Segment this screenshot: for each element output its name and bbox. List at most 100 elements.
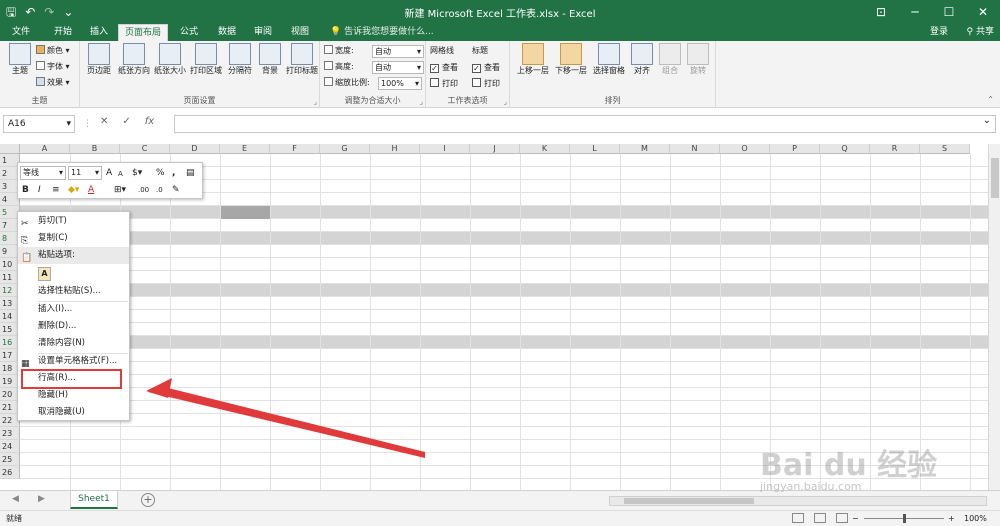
accounting-format-icon[interactable]: $▾ bbox=[132, 166, 142, 180]
row-7[interactable] bbox=[20, 219, 988, 232]
share-button[interactable]: ⚲ 共享 bbox=[967, 24, 994, 41]
cancel-icon[interactable]: ✕ bbox=[100, 116, 108, 127]
row-12[interactable] bbox=[20, 284, 988, 297]
row-22[interactable] bbox=[20, 414, 988, 427]
send-backward-button[interactable]: 下移一层 bbox=[552, 43, 590, 76]
vertical-scrollbar[interactable] bbox=[988, 144, 1000, 490]
colors-button[interactable]: 颜色 ▾ bbox=[36, 44, 70, 58]
headings-print-checkbox[interactable]: 打印 bbox=[472, 77, 500, 91]
increase-decimal-icon[interactable]: .00 bbox=[138, 183, 149, 197]
row-19[interactable] bbox=[20, 375, 988, 388]
column-header-g[interactable]: G bbox=[320, 144, 370, 154]
tab-insert[interactable]: 插入 bbox=[84, 24, 114, 41]
menu-clear-contents[interactable]: 清除内容(N) bbox=[18, 335, 129, 352]
group-button[interactable]: 组合 bbox=[656, 43, 684, 76]
font-color-icon[interactable]: A bbox=[88, 183, 94, 197]
row-14[interactable] bbox=[20, 310, 988, 323]
column-header-q[interactable]: Q bbox=[820, 144, 870, 154]
menu-unhide[interactable]: 取消隐藏(U) bbox=[18, 404, 129, 421]
zoom-knob[interactable] bbox=[903, 514, 906, 523]
collapse-ribbon-icon[interactable]: ⌃ bbox=[987, 95, 994, 104]
next-sheet-icon[interactable]: ▶ bbox=[38, 494, 45, 504]
ribbon-display-icon[interactable]: ⊡ bbox=[864, 0, 898, 24]
tab-formulas[interactable]: 公式 bbox=[174, 24, 204, 41]
zoom-in-icon[interactable]: + bbox=[948, 511, 955, 526]
column-header-c[interactable]: C bbox=[120, 144, 170, 154]
grow-font-icon[interactable]: A bbox=[106, 166, 112, 180]
column-header-d[interactable]: D bbox=[170, 144, 220, 154]
row-23[interactable] bbox=[20, 427, 988, 440]
fill-color-icon[interactable]: ◆▾ bbox=[68, 183, 79, 197]
fonts-button[interactable]: 字体 ▾ bbox=[36, 60, 70, 74]
horizontal-scroll-thumb[interactable] bbox=[624, 498, 754, 504]
percent-style-icon[interactable]: % bbox=[156, 166, 165, 180]
print-area-button[interactable]: 打印区域 bbox=[188, 43, 224, 76]
scale-launcher-icon[interactable]: ⌟ bbox=[420, 98, 423, 106]
tab-review[interactable]: 审阅 bbox=[248, 24, 278, 41]
width-combo[interactable]: 自动 bbox=[372, 45, 424, 58]
selection-pane-button[interactable]: 选择窗格 bbox=[590, 43, 628, 76]
row-10[interactable] bbox=[20, 258, 988, 271]
column-header-k[interactable]: K bbox=[520, 144, 570, 154]
tab-view[interactable]: 视图 bbox=[285, 24, 315, 41]
effects-button[interactable]: 效果 ▾ bbox=[36, 76, 70, 90]
menu-format-cells[interactable]: ▦ 设置单元格格式(F)... bbox=[18, 353, 129, 370]
height-combo[interactable]: 自动 bbox=[372, 61, 424, 74]
bring-forward-button[interactable]: 上移一层 bbox=[514, 43, 552, 76]
tab-home[interactable]: 开始 bbox=[48, 24, 78, 41]
row-header-26[interactable]: 26 bbox=[0, 466, 20, 479]
sheet-options-launcher-icon[interactable]: ⌟ bbox=[504, 98, 507, 106]
tab-data[interactable]: 数据 bbox=[212, 24, 242, 41]
margins-button[interactable]: 页边距 bbox=[82, 43, 116, 76]
tell-me-box[interactable]: 💡 告诉我您想要做什么... bbox=[330, 24, 434, 41]
column-header-i[interactable]: I bbox=[420, 144, 470, 154]
row-11[interactable] bbox=[20, 271, 988, 284]
row-5[interactable] bbox=[20, 206, 988, 219]
close-icon[interactable]: ✕ bbox=[966, 0, 1000, 24]
size-button[interactable]: 纸张大小 bbox=[152, 43, 188, 76]
headings-view-checkbox[interactable]: ✓ 查看 bbox=[472, 61, 500, 75]
page-break-view-icon[interactable] bbox=[836, 513, 848, 523]
horizontal-scrollbar[interactable] bbox=[609, 496, 987, 506]
paste-keep-source-icon[interactable]: A bbox=[38, 267, 51, 281]
menu-insert[interactable]: 插入(I)... bbox=[18, 301, 129, 318]
format-painter-cells-icon[interactable]: ▤ bbox=[186, 166, 195, 180]
row-20[interactable] bbox=[20, 388, 988, 401]
menu-cut[interactable]: ✂ 剪切(T) bbox=[18, 213, 129, 230]
shrink-font-icon[interactable]: A bbox=[118, 167, 123, 181]
zoom-level[interactable]: 100% bbox=[964, 511, 987, 526]
font-size-combo[interactable]: 11 bbox=[68, 166, 102, 180]
row-8[interactable] bbox=[20, 232, 988, 245]
tab-file[interactable]: 文件 bbox=[6, 24, 36, 41]
sheet-tab-sheet1[interactable]: Sheet1 bbox=[70, 491, 118, 509]
row-15[interactable] bbox=[20, 323, 988, 336]
column-header-f[interactable]: F bbox=[270, 144, 320, 154]
decrease-decimal-icon[interactable]: .0 bbox=[156, 183, 163, 197]
row-16[interactable] bbox=[20, 336, 988, 349]
background-button[interactable]: 背景 bbox=[256, 43, 284, 76]
add-sheet-icon[interactable]: + bbox=[141, 493, 155, 507]
column-header-a[interactable]: A bbox=[20, 144, 70, 154]
name-box[interactable]: A16 bbox=[3, 115, 75, 133]
scale-spinner[interactable]: 100% bbox=[378, 77, 422, 90]
vertical-scroll-thumb[interactable] bbox=[991, 158, 999, 198]
align-center-icon[interactable]: ≡ bbox=[52, 183, 60, 197]
column-header-j[interactable]: J bbox=[470, 144, 520, 154]
gridlines-view-checkbox[interactable]: ✓ 查看 bbox=[430, 61, 458, 75]
insert-function-icon[interactable]: fx bbox=[145, 116, 154, 127]
column-header-r[interactable]: R bbox=[870, 144, 920, 154]
row-17[interactable] bbox=[20, 349, 988, 362]
select-all-corner[interactable] bbox=[0, 144, 20, 154]
normal-view-icon[interactable] bbox=[792, 513, 804, 523]
menu-paste-special[interactable]: 选择性粘贴(S)... bbox=[18, 283, 129, 300]
breaks-button[interactable]: 分隔符 bbox=[224, 43, 256, 76]
orientation-button[interactable]: 纸张方向 bbox=[116, 43, 152, 76]
tab-page-layout[interactable]: 页面布局 bbox=[118, 24, 169, 41]
comma-style-icon[interactable]: , bbox=[172, 166, 175, 180]
maximize-icon[interactable]: ☐ bbox=[932, 0, 966, 24]
align-button[interactable]: 对齐 bbox=[628, 43, 656, 76]
page-layout-view-icon[interactable] bbox=[814, 513, 826, 523]
row-header-25[interactable]: 25 bbox=[0, 453, 20, 466]
themes-button[interactable]: 主题 bbox=[3, 43, 37, 76]
font-name-combo[interactable]: 等线 bbox=[20, 166, 66, 180]
